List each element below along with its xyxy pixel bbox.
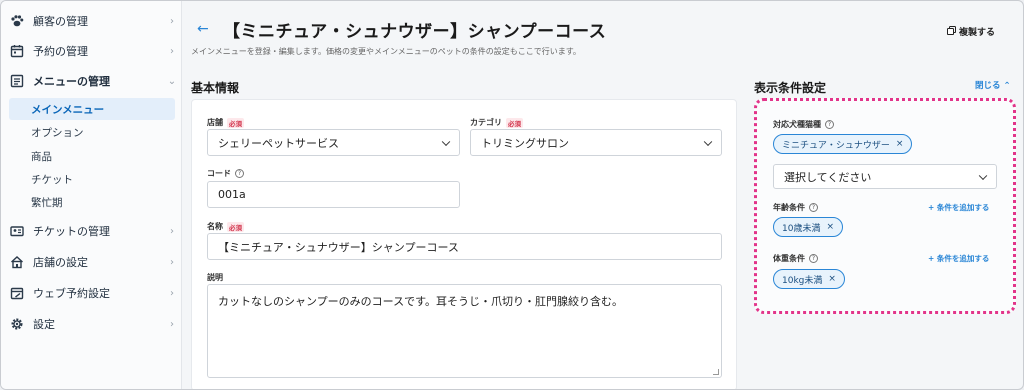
age-label: 年齢条件 ?	[773, 202, 818, 213]
chevron-down-icon: ⌄	[167, 75, 177, 87]
breed-select[interactable]: 選択してください	[773, 164, 997, 189]
web-booking-icon	[9, 285, 25, 301]
name-label-text: 名称	[207, 222, 223, 231]
chevron-down-icon	[703, 137, 713, 146]
breed-label: 対応犬種猫種 ?	[773, 119, 834, 130]
category-select[interactable]: トリミングサロン	[470, 129, 722, 156]
back-arrow-icon[interactable]: ←	[197, 21, 209, 37]
sidebar-subitem-main-menu[interactable]: メインメニュー	[9, 98, 175, 120]
sidebar-item-tickets[interactable]: チケットの管理 ›	[9, 219, 177, 243]
breed-select-placeholder: 選択してください	[784, 170, 872, 184]
sidebar-item-label: 店舗の設定	[33, 256, 88, 269]
remove-chip-icon[interactable]: ×	[828, 274, 836, 284]
basic-info-title: 基本情報	[191, 81, 240, 95]
category-select-value: トリミングサロン	[481, 136, 569, 150]
sidebar-subitem-products[interactable]: 商品	[9, 145, 175, 167]
age-chip-label: 10歳未満	[782, 223, 821, 234]
close-conditions-link[interactable]: 閉じる ⌃	[975, 79, 1011, 91]
weight-label-text: 体重条件	[773, 254, 805, 263]
chevron-right-icon: ›	[170, 15, 174, 27]
code-input-value: 001a	[218, 188, 246, 201]
remove-chip-icon[interactable]: ×	[896, 139, 904, 149]
help-icon[interactable]: ?	[235, 169, 244, 178]
name-label: 名称 必須	[207, 221, 244, 232]
required-badge: 必須	[506, 117, 523, 128]
chevron-right-icon: ›	[170, 225, 174, 237]
chevron-down-icon	[441, 137, 451, 146]
sidebar-item-label: チケットの管理	[33, 225, 110, 238]
sidebar-subitem-busy-season[interactable]: 繁忙期	[9, 191, 175, 213]
code-label: コード ?	[207, 168, 244, 179]
sidebar-item-label: 設定	[33, 318, 55, 331]
weight-chip-label: 10kg未満	[782, 275, 823, 286]
add-age-condition-link[interactable]: + 条件を追加する	[928, 202, 989, 213]
duplicate-label: 複製する	[959, 28, 996, 38]
breed-chip[interactable]: ミニチュア・シュナウザー ×	[773, 134, 913, 154]
close-label: 閉じる	[975, 81, 1001, 91]
store-select[interactable]: シェリーペットサービス	[207, 129, 460, 156]
code-label-text: コード	[207, 169, 231, 178]
store-select-value: シェリーペットサービス	[218, 136, 339, 150]
chevron-right-icon: ›	[170, 256, 174, 268]
breed-label-text: 対応犬種猫種	[773, 120, 821, 129]
sidebar: 顧客の管理 › 予約の管理 › メニューの管理 ⌄ メインメニュー オプション …	[1, 1, 182, 389]
chevron-down-icon	[978, 171, 988, 180]
chevron-right-icon: ›	[170, 318, 174, 330]
help-icon[interactable]: ?	[809, 203, 818, 212]
breed-chip-label: ミニチュア・シュナウザー	[782, 140, 890, 151]
description-label-text: 説明	[207, 273, 223, 282]
page-title: 【ミニチュア・シュナウザー】シャンプーコース	[223, 22, 607, 42]
store-label-text: 店舗	[207, 118, 223, 127]
gear-icon	[9, 316, 25, 332]
add-weight-condition-link[interactable]: + 条件を追加する	[928, 253, 989, 264]
help-icon[interactable]: ?	[809, 254, 818, 263]
page-description: メインメニューを登録・編集します。価格の変更やメインメニューのペットの条件の設定…	[191, 47, 581, 56]
sidebar-item-settings[interactable]: 設定 ›	[9, 312, 177, 336]
sidebar-item-store-settings[interactable]: 店舗の設定 ›	[9, 250, 177, 274]
chevron-right-icon: ›	[170, 45, 174, 57]
app-window: 顧客の管理 › 予約の管理 › メニューの管理 ⌄ メインメニュー オプション …	[0, 0, 1024, 390]
help-icon[interactable]: ?	[825, 120, 834, 129]
chevron-up-icon: ⌃	[1003, 81, 1011, 91]
paw-icon	[9, 13, 25, 29]
age-label-text: 年齢条件	[773, 203, 805, 212]
ticket-icon	[9, 223, 25, 239]
conditions-panel: 対応犬種猫種 ? ミニチュア・シュナウザー × 選択してください 年齢条件 ? …	[754, 98, 1016, 314]
copy-icon	[947, 25, 956, 38]
store-label: 店舗 必須	[207, 117, 244, 128]
store-icon	[9, 254, 25, 270]
remove-chip-icon[interactable]: ×	[826, 222, 834, 232]
name-input[interactable]: 【ミニチュア・シュナウザー】シャンプーコース	[207, 233, 722, 260]
sidebar-item-web-booking[interactable]: ウェブ予約設定 ›	[9, 281, 177, 305]
sidebar-subitem-options[interactable]: オプション	[9, 121, 175, 143]
calendar-icon	[9, 43, 25, 59]
required-badge: 必須	[227, 221, 244, 232]
conditions-title: 表示条件設定	[754, 81, 827, 95]
code-input[interactable]: 001a	[207, 181, 460, 208]
weight-label: 体重条件 ?	[773, 253, 818, 264]
sidebar-item-reservations[interactable]: 予約の管理 ›	[9, 39, 177, 63]
description-label: 説明	[207, 272, 223, 283]
list-icon	[9, 73, 25, 89]
required-badge: 必須	[227, 117, 244, 128]
description-textarea[interactable]: カットなしのシャンプーのみのコースです。耳そうじ・爪切り・肛門腺絞り含む。	[207, 284, 722, 378]
description-textarea-value: カットなしのシャンプーのみのコースです。耳そうじ・爪切り・肛門腺絞り含む。	[218, 295, 624, 308]
sidebar-item-menu[interactable]: メニューの管理 ⌄	[9, 69, 177, 93]
sidebar-item-label: 予約の管理	[33, 45, 88, 58]
sidebar-item-label: メニューの管理	[33, 75, 110, 88]
category-label: カテゴリ 必須	[470, 117, 523, 128]
weight-chip[interactable]: 10kg未満 ×	[773, 269, 845, 289]
age-chip[interactable]: 10歳未満 ×	[773, 217, 843, 237]
duplicate-button[interactable]: 複製する	[947, 25, 995, 38]
resize-handle-icon[interactable]	[713, 369, 719, 375]
chevron-right-icon: ›	[170, 287, 174, 299]
sidebar-item-label: 顧客の管理	[33, 15, 88, 28]
sidebar-item-label: ウェブ予約設定	[33, 287, 110, 300]
sidebar-subitem-tickets[interactable]: チケット	[9, 168, 175, 190]
category-label-text: カテゴリ	[470, 118, 502, 127]
name-input-value: 【ミニチュア・シュナウザー】シャンプーコース	[218, 240, 459, 254]
sidebar-item-customers[interactable]: 顧客の管理 ›	[9, 9, 177, 33]
